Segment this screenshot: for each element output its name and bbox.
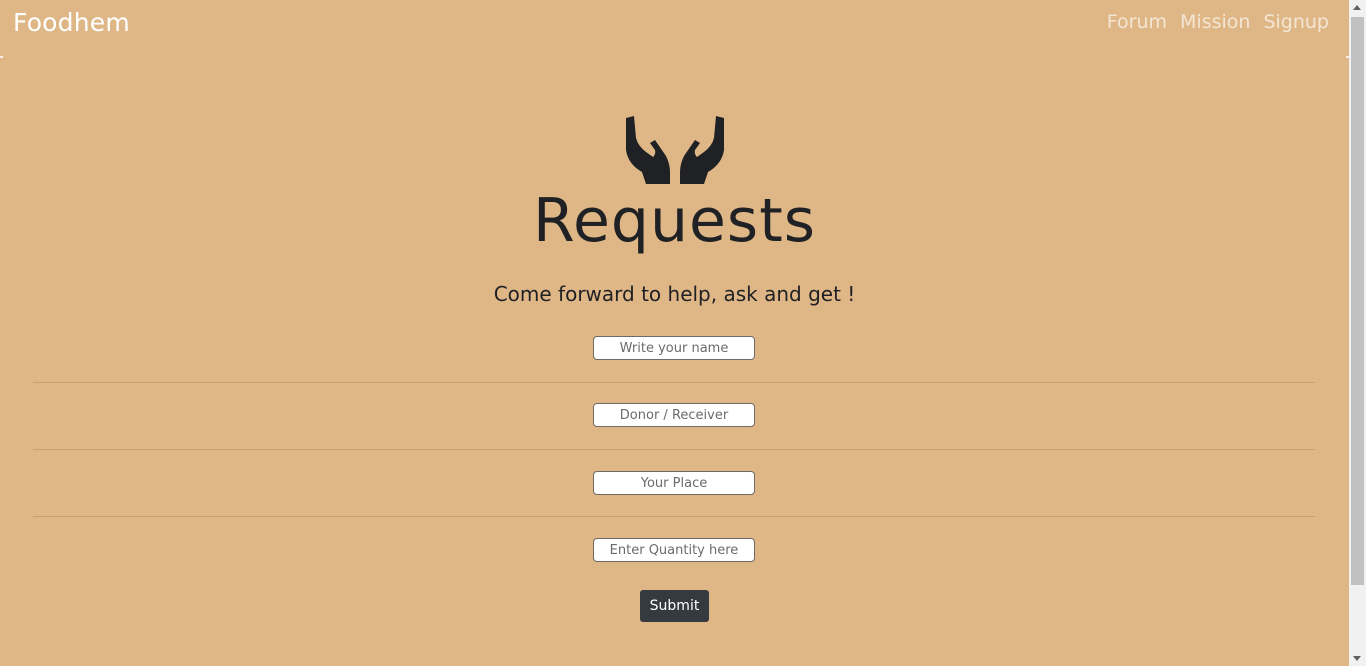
scroll-up-arrow-icon[interactable] <box>1353 5 1361 10</box>
brand-logo[interactable]: Foodhem <box>13 8 130 37</box>
nav-link-signup[interactable]: Signup <box>1263 11 1329 33</box>
page-subtitle: Come forward to help, ask and get ! <box>493 282 856 306</box>
navbar-corner-left <box>0 56 3 58</box>
divider <box>33 382 1315 383</box>
scroll-thumb[interactable] <box>1351 17 1364 585</box>
hands-icon <box>626 116 724 184</box>
nav-links: Forum Mission Signup <box>1107 11 1329 33</box>
donor-receiver-input[interactable] <box>593 403 755 427</box>
divider <box>33 516 1315 517</box>
nav-link-forum[interactable]: Forum <box>1107 11 1167 33</box>
page: Foodhem Forum Mission Signup Requests Co… <box>0 0 1349 666</box>
divider <box>33 449 1315 450</box>
navbar: Foodhem Forum Mission Signup <box>0 0 1349 58</box>
page-title: Requests <box>533 186 816 256</box>
scroll-down-arrow-icon[interactable] <box>1353 656 1361 661</box>
name-input[interactable] <box>593 336 755 360</box>
nav-link-mission[interactable]: Mission <box>1180 11 1250 33</box>
quantity-input[interactable] <box>593 538 755 562</box>
vertical-scrollbar[interactable] <box>1349 0 1366 666</box>
submit-button[interactable]: Submit <box>640 590 709 622</box>
place-input[interactable] <box>593 471 755 495</box>
